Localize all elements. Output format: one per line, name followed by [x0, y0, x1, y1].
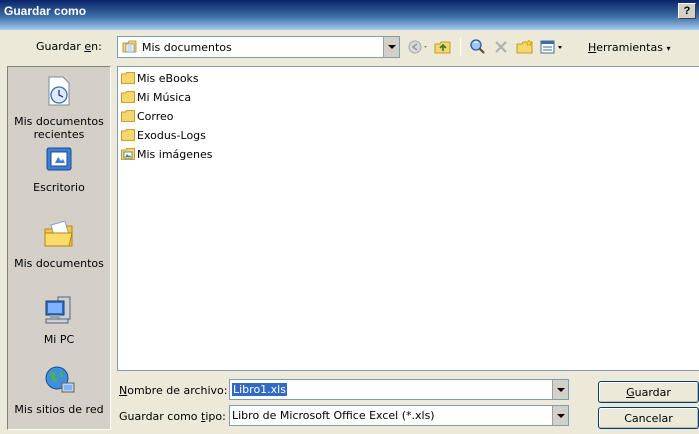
lookin-label: Guardar en:: [36, 40, 102, 53]
network-places-icon: [42, 363, 76, 400]
place-my-computer[interactable]: Mi PC: [8, 293, 110, 346]
up-folder-icon[interactable]: [432, 36, 454, 58]
lookin-value: Mis documentos: [142, 40, 232, 54]
filetype-label: Guardar como tipo:: [119, 410, 226, 423]
file-list[interactable]: Mis eBooks Mi Música Correo Exodus-Logs …: [117, 66, 699, 371]
place-network[interactable]: Mis sitios de red: [8, 363, 110, 416]
pictures-folder-icon: [121, 148, 135, 160]
views-icon[interactable]: [538, 36, 568, 58]
window-title: Guardar como: [4, 4, 87, 18]
lookin-combo[interactable]: Mis documentos: [117, 36, 400, 58]
list-item[interactable]: Mis imágenes: [121, 146, 213, 162]
chevron-down-icon[interactable]: [552, 406, 568, 425]
my-documents-icon: [42, 217, 76, 254]
save-button[interactable]: Guardar: [598, 381, 699, 403]
help-button[interactable]: ?: [678, 3, 696, 19]
list-item[interactable]: Mis eBooks: [121, 70, 199, 86]
filename-value: Libro1.xls: [232, 383, 287, 396]
place-desktop[interactable]: Escritorio: [8, 143, 110, 194]
place-my-documents[interactable]: Mis documentos: [8, 217, 110, 270]
folder-documents-icon: [122, 39, 138, 55]
filetype-value: Libro de Microsoft Office Excel (*.xls): [232, 409, 435, 422]
search-web-icon[interactable]: [466, 36, 488, 58]
toolbar-separator: [458, 36, 462, 58]
cancel-button[interactable]: Cancelar: [598, 407, 699, 429]
list-item[interactable]: Exodus-Logs: [121, 127, 206, 143]
filename-field[interactable]: Libro1.xls: [229, 379, 569, 400]
new-folder-icon[interactable]: [514, 36, 536, 58]
folder-icon: [121, 129, 135, 141]
tools-menu[interactable]: Herramientas ▾: [588, 41, 670, 54]
my-computer-icon: [42, 293, 76, 330]
folder-icon: [121, 110, 135, 122]
desktop-icon: [43, 143, 75, 178]
filename-label: Nombre de archivo:: [119, 384, 228, 397]
chevron-down-icon[interactable]: [383, 37, 399, 57]
chevron-down-icon[interactable]: [552, 380, 568, 399]
places-bar: Mis documentos recientes Escritorio Mis …: [7, 66, 111, 430]
title-bar: Guardar como ?: [0, 0, 699, 30]
back-icon[interactable]: [406, 36, 432, 58]
folder-icon: [121, 72, 135, 84]
list-item[interactable]: Correo: [121, 108, 174, 124]
delete-icon[interactable]: [490, 36, 512, 58]
filetype-select[interactable]: Libro de Microsoft Office Excel (*.xls): [229, 405, 569, 426]
place-recent-documents[interactable]: Mis documentos recientes: [8, 75, 110, 141]
folder-icon: [121, 91, 135, 103]
recent-documents-icon: [43, 75, 75, 112]
list-item[interactable]: Mi Música: [121, 89, 191, 105]
